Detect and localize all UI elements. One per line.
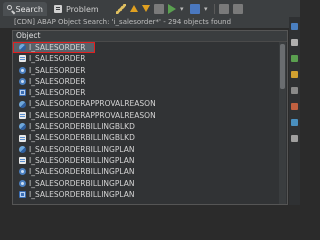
ddl-source-icon — [19, 55, 26, 63]
table-icon — [19, 89, 26, 97]
view-tab-bar: Search Problem ▾ ▾ — [0, 0, 300, 18]
result-row-label: I_SALESORDER — [29, 54, 86, 64]
search-results-panel: Object I_SALESORDER I_SALESORDER I_SALESOR… — [12, 30, 288, 205]
result-row-label: I_SALESORDERBILLINGPLAN — [29, 155, 135, 165]
tab-search-label: Search — [15, 4, 43, 14]
result-row-label: I_SALESORDERAPPROVALREASON — [29, 110, 156, 120]
edit-icon[interactable] — [116, 3, 126, 14]
tab-problem[interactable]: Problem — [50, 2, 104, 16]
result-row-label: I_SALESORDERBILLINGPLAN — [29, 144, 135, 154]
column-header-object[interactable]: Object — [13, 31, 287, 42]
result-row[interactable]: I_SALESORDERBILLINGPLAN — [13, 189, 281, 200]
search-status: [CDN] ABAP Object Search: 'i_salesorder*… — [0, 17, 300, 28]
history-icon[interactable] — [291, 87, 298, 94]
package-icon — [19, 168, 26, 176]
console-icon[interactable] — [291, 103, 298, 110]
result-row-label: I_SALESORDERBILLINGPLAN — [29, 167, 135, 177]
tab-problem-label: Problem — [66, 4, 99, 14]
result-row[interactable]: I_SALESORDERAPPROVALREASON — [13, 110, 281, 121]
problem-icon — [54, 4, 63, 14]
result-row-label: I_SALESORDER — [29, 43, 86, 52]
table-icon — [19, 191, 26, 198]
result-row-label: I_SALESORDERBILLINGPLAN — [29, 189, 135, 199]
cds-view-icon — [19, 145, 26, 153]
run-search-icon[interactable] — [168, 3, 176, 14]
result-row[interactable]: I_SALESORDERBILLINGPLAN — [13, 155, 281, 166]
result-row[interactable]: I_SALESORDER — [13, 65, 281, 76]
result-row[interactable]: I_SALESORDER — [13, 42, 95, 54]
tab-search[interactable]: Search — [3, 2, 47, 16]
result-row-label: I_SALESORDER — [29, 65, 86, 75]
right-trim-bar — [289, 17, 300, 205]
toolbar-separator — [214, 3, 215, 14]
result-row[interactable]: I_SALESORDERBILLINGPLAN — [13, 178, 281, 189]
collapse-all-icon[interactable] — [154, 3, 164, 14]
cds-view-icon — [19, 44, 26, 52]
cds-view-icon — [19, 100, 26, 108]
view-mode-icon[interactable] — [190, 3, 200, 14]
package-icon — [19, 78, 26, 86]
result-row[interactable]: I_SALESORDERAPPROVALREASON — [13, 98, 281, 109]
result-row-label: I_SALESORDERBILLINGBLKD — [29, 133, 135, 143]
result-row[interactable]: I_SALESORDER — [13, 53, 281, 64]
arrow-down-icon[interactable] — [142, 5, 150, 12]
view-dropdown-icon[interactable]: ▾ — [204, 5, 210, 13]
result-row-label: I_SALESORDERBILLINGPLAN — [29, 178, 135, 188]
results-list: I_SALESORDER I_SALESORDER I_SALESORDER I_SA… — [13, 42, 281, 200]
result-row-label: I_SALESORDERAPPROVALREASON — [29, 99, 156, 109]
package-icon — [19, 179, 26, 187]
task-list-icon[interactable] — [291, 39, 298, 46]
ddl-source-icon — [19, 134, 26, 142]
arrow-up-icon[interactable] — [130, 5, 138, 12]
vertical-scrollbar[interactable] — [279, 42, 286, 204]
search-icon — [7, 4, 16, 14]
ddl-source-icon — [19, 157, 26, 165]
result-row[interactable]: I_SALESORDER — [13, 76, 281, 87]
run-dropdown-icon[interactable]: ▾ — [180, 5, 186, 13]
ddl-source-icon — [19, 111, 26, 119]
scrollbar-thumb[interactable] — [280, 44, 285, 89]
result-row[interactable]: I_SALESORDER — [13, 87, 281, 98]
result-row[interactable]: I_SALESORDERBILLINGPLAN — [13, 144, 281, 155]
result-row[interactable]: I_SALESORDERBILLINGBLKD — [13, 132, 281, 143]
result-row-label: I_SALESORDERBILLINGBLKD — [29, 122, 135, 132]
minimize-icon[interactable] — [219, 3, 229, 14]
result-row-label: I_SALESORDER — [29, 76, 86, 86]
transport-icon[interactable] — [291, 119, 298, 126]
package-icon — [19, 66, 26, 74]
cds-view-icon — [19, 123, 26, 131]
view-toolbar: ▾ ▾ — [116, 2, 243, 15]
result-row[interactable]: I_SALESORDERBILLINGPLAN — [13, 166, 281, 177]
outline-icon[interactable] — [291, 23, 298, 30]
result-row-label: I_SALESORDER — [29, 88, 86, 98]
properties-icon[interactable] — [291, 55, 298, 62]
feed-icon[interactable] — [291, 135, 298, 142]
maximize-icon[interactable] — [233, 3, 243, 14]
bookmark-icon[interactable] — [291, 71, 298, 78]
result-row[interactable]: I_SALESORDERBILLINGBLKD — [13, 121, 281, 132]
